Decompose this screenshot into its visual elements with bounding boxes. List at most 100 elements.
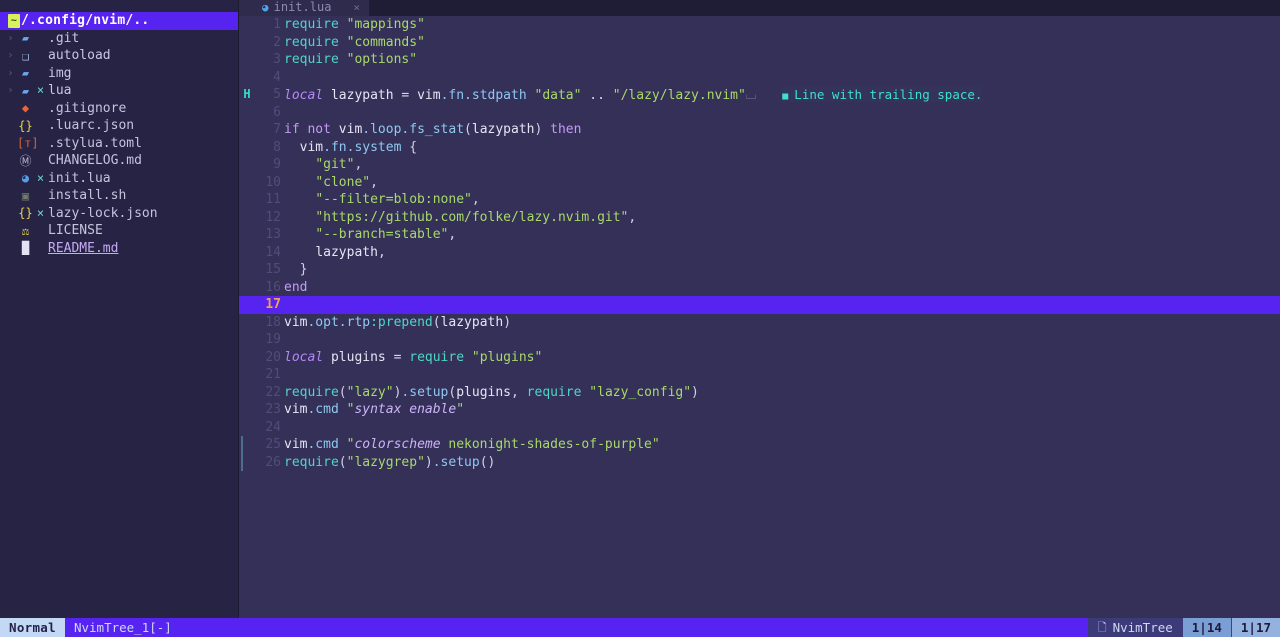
code-line-text: lazypath,: [281, 244, 385, 262]
code-line[interactable]: 13 "--branch=stable",: [239, 226, 1280, 244]
code-line[interactable]: 23 vim.cmd "syntax enable": [239, 401, 1280, 419]
tree-item-changelog-md[interactable]: ›Ⓜ×CHANGELOG.md: [0, 152, 239, 170]
git-status-placeholder: ×: [34, 65, 47, 83]
tree-item-init-lua[interactable]: › ◕ ×init.lua: [0, 170, 239, 188]
sign-column-cell: [239, 349, 255, 367]
code-token: .fs_stat: [401, 122, 465, 137]
code-line[interactable]: H 5 local lazypath = vim.fn.stdpath "data"…: [239, 86, 1280, 104]
sign-column-cell: [239, 279, 255, 297]
json-icon: {}: [18, 206, 33, 221]
tree-item--stylua-toml[interactable]: ›[ᴛ]×.stylua.toml: [0, 135, 239, 153]
chevron-right-icon[interactable]: ›: [4, 82, 17, 100]
code-token: require: [284, 34, 339, 50]
code-line-text: local plugins = require "plugins": [281, 349, 542, 367]
code-line[interactable]: 25 vim.cmd "colorscheme nekonight-shades-…: [239, 436, 1280, 454]
status-filename: NvimTree_1[-]: [64, 618, 181, 637]
tree-root-row[interactable]: ~ /.config/nvim/..: [0, 12, 239, 30]
code-line[interactable]: 24: [239, 419, 1280, 437]
tree-item-label: init.lua: [48, 170, 111, 186]
chevron-right-icon[interactable]: ›: [4, 65, 17, 83]
code-line-text: "https://github.com/folke/lazy.nvim.git"…: [281, 209, 636, 227]
chevron-right-icon[interactable]: ›: [4, 30, 17, 48]
code-line[interactable]: 10 "clone",: [239, 174, 1280, 192]
code-line[interactable]: 21: [239, 366, 1280, 384]
code-line-text: }: [281, 261, 308, 279]
code-token: require: [284, 52, 339, 67]
code-line[interactable]: 9 "git",: [239, 156, 1280, 174]
code-token: ,: [448, 227, 457, 242]
line-number: 15: [265, 262, 281, 277]
file-tree-sidebar[interactable]: ~ /.config/nvim/.. ›▰×.git›❑×autoload›▰×…: [0, 0, 239, 618]
code-line[interactable]: 3 require "options": [239, 51, 1280, 69]
toml-icon: [ᴛ]: [17, 136, 39, 151]
tree-item--git[interactable]: › ▰ ×.git: [0, 30, 239, 48]
code-line[interactable]: 17: [239, 296, 1280, 314]
tree-item-autoload[interactable]: › ❑ ×autoload: [0, 47, 239, 65]
arrow-placeholder: ›: [4, 152, 17, 170]
tab-init-lua[interactable]: ◕ init.lua ×: [239, 0, 370, 16]
line-number: 9: [273, 157, 281, 172]
tree-item-install-sh[interactable]: › ▣ ×install.sh: [0, 187, 239, 205]
code-line[interactable]: 4: [239, 69, 1280, 87]
sign-column-cell: [239, 261, 255, 279]
code-line[interactable]: 26 require("lazygrep").setup(): [239, 453, 1280, 471]
tree-item-license[interactable]: › ⚖ ×LICENSE: [0, 222, 239, 240]
code-token: vim: [284, 314, 308, 330]
code-line-text: end: [281, 279, 307, 297]
code-token: ): [503, 314, 512, 330]
chevron-right-icon[interactable]: ›: [4, 47, 17, 65]
status-spacer: [180, 618, 1088, 637]
code-token: .fn: [440, 88, 465, 103]
code-line[interactable]: 11 "--filter=blob:none",: [239, 191, 1280, 209]
tree-item-label: autoload: [48, 48, 111, 63]
tabline[interactable]: ◕ init.lua ×: [239, 0, 1280, 16]
code-line-text: local lazypath = vim.fn.stdpath "data" .…: [281, 86, 983, 104]
code-line[interactable]: 18 vim.opt.rtp:prepend(lazypath): [239, 314, 1280, 332]
arrow-placeholder: ›: [4, 222, 17, 240]
code-line[interactable]: 20 local plugins = require "plugins": [239, 349, 1280, 367]
code-line[interactable]: 14 lazypath,: [239, 244, 1280, 262]
tree-item-lazy-lock-json[interactable]: ›{}×lazy-lock.json: [0, 205, 239, 223]
document-icon: 🗋: [1097, 620, 1107, 634]
line-number: 11: [265, 192, 281, 207]
code-line[interactable]: 22 require("lazy").setup(plugins, require…: [239, 384, 1280, 402]
code-line[interactable]: 12 "https://github.com/folke/lazy.nvim.g…: [239, 209, 1280, 227]
code-line[interactable]: 2 require "commands": [239, 34, 1280, 52]
code-token: plugins: [323, 349, 394, 365]
code-line[interactable]: 16 end: [239, 279, 1280, 297]
code-line[interactable]: 8 vim.fn.system {: [239, 139, 1280, 157]
arrow-placeholder: ›: [4, 170, 17, 188]
tree-item-list[interactable]: ›▰×.git›❑×autoload›▰×img›▰×lua›◆×.gitign…: [0, 30, 239, 258]
code-token: "--filter=blob:none": [315, 192, 472, 207]
editor-pane[interactable]: ◕ init.lua × 1 require "mappings" 2 require…: [239, 0, 1280, 618]
close-icon[interactable]: ×: [353, 0, 360, 16]
code-token: .stdpath: [464, 88, 527, 103]
code-buffer[interactable]: 1 require "mappings" 2 require "commands" 3 r…: [239, 16, 1280, 618]
code-line[interactable]: 1 require "mappings": [239, 16, 1280, 34]
code-line[interactable]: 15 }: [239, 261, 1280, 279]
code-token: "clone": [315, 174, 371, 190]
code-line-text: "git",: [281, 156, 362, 174]
tree-item-readme-md[interactable]: › █ ×README.md: [0, 240, 239, 258]
code-line[interactable]: 7 if not vim.loop.fs_stat(lazypath) then: [239, 121, 1280, 139]
sign-column-cell: [239, 209, 255, 227]
code-token: "commands": [346, 34, 425, 50]
tree-item--luarc-json[interactable]: ›{}×.luarc.json: [0, 117, 239, 135]
tree-item--gitignore[interactable]: › ◆ ×.gitignore: [0, 100, 239, 118]
code-token: lazypath: [471, 122, 535, 137]
code-line-text: "--branch=stable",: [281, 226, 456, 244]
code-line[interactable]: 19: [239, 331, 1280, 349]
code-token: .opt: [307, 314, 339, 330]
code-token: ..: [589, 88, 605, 103]
code-token: (): [479, 454, 496, 470]
git-status-placeholder: ×: [34, 187, 47, 205]
tree-item-img[interactable]: › ▰ ×img: [0, 65, 239, 83]
tree-item-lua[interactable]: › ▰ × lua: [0, 82, 239, 100]
code-line[interactable]: 6: [239, 104, 1280, 122]
